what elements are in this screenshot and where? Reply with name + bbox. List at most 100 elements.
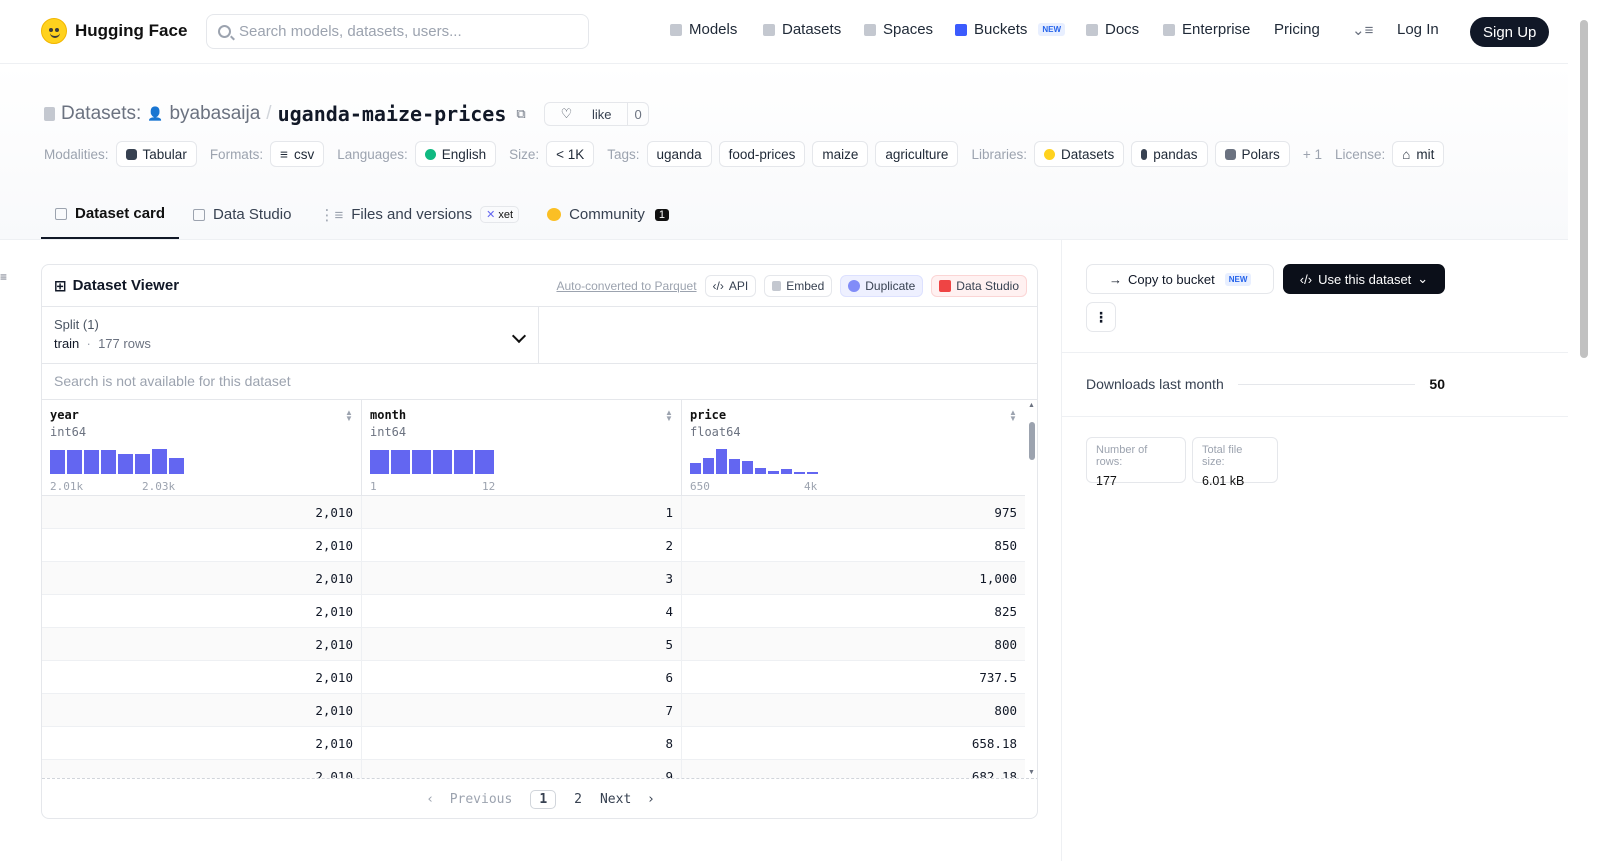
table-row[interactable]: 2,010 6 737.5 (42, 661, 1025, 694)
tab-community[interactable]: Community 1 (533, 190, 683, 239)
table-cell[interactable]: 2,010 (42, 595, 362, 627)
table-cell[interactable]: 658.18 (682, 727, 1025, 759)
table-cell[interactable]: 975 (682, 496, 1025, 528)
toc-toggle-icon[interactable]: ≡ (0, 270, 7, 284)
table-cell[interactable]: 1,000 (682, 562, 1025, 594)
table-row[interactable]: 2,010 7 800 (42, 694, 1025, 727)
table-cell[interactable]: 737.5 (682, 661, 1025, 693)
table-cell[interactable]: 2,010 (42, 694, 362, 726)
table-scrollbar[interactable]: ▲ ▼ (1025, 400, 1037, 778)
table-cell[interactable]: 2,010 (42, 529, 362, 561)
nav-buckets[interactable]: Buckets NEW (955, 21, 1066, 38)
table-cell[interactable]: 2,010 (42, 496, 362, 528)
table-row[interactable]: 2,010 8 658.18 (42, 727, 1025, 760)
copy-icon[interactable]: ⧉ (516, 106, 525, 122)
table-cell[interactable]: 5 (362, 628, 682, 660)
nav-datasets[interactable]: Datasets (763, 21, 841, 38)
data-studio-button[interactable]: Data Studio (931, 275, 1027, 297)
more-options-icon[interactable]: ⋮ (1086, 302, 1116, 332)
search-input[interactable]: Search models, datasets, users... (206, 14, 589, 49)
api-button[interactable]: ‹/› API (704, 275, 757, 297)
table-cell[interactable]: 800 (682, 694, 1025, 726)
table-row[interactable]: 2,010 9 682.18 (42, 760, 1025, 778)
use-dataset-button[interactable]: ‹/› Use this dataset ⌄ (1283, 264, 1445, 294)
embed-button[interactable]: Embed (764, 275, 833, 297)
size-chip[interactable]: < 1K (546, 141, 595, 167)
tag-chip[interactable]: food-prices (718, 141, 806, 167)
auto-converted-link[interactable]: Auto-converted to Parquet (556, 279, 696, 293)
page-2-button[interactable]: 2 (574, 792, 582, 807)
table-cell[interactable]: 4 (362, 595, 682, 627)
table-cell[interactable]: 9 (362, 760, 682, 778)
table-cell[interactable]: 2,010 (42, 727, 362, 759)
sort-icon[interactable]: ▲ ▼ (345, 409, 353, 423)
language-text: English (441, 146, 487, 162)
format-text: csv (293, 146, 315, 162)
table-cell[interactable]: 2 (362, 529, 682, 561)
duplicate-button[interactable]: Duplicate (840, 275, 924, 297)
owner-link[interactable]: byabasaija (169, 103, 260, 125)
nav-enterprise[interactable]: Enterprise (1163, 21, 1250, 38)
library-chip-pandas[interactable]: pandas (1131, 141, 1208, 167)
more-menu-icon[interactable]: ⌄≡ (1352, 21, 1373, 39)
code-icon: ‹/› (712, 279, 724, 293)
brand-logo[interactable]: Hugging Face (41, 18, 187, 44)
table-cell[interactable]: 3 (362, 562, 682, 594)
table-cell[interactable]: 800 (682, 628, 1025, 660)
page-scrollbar[interactable] (1568, 0, 1600, 861)
duplicate-icon (848, 280, 861, 292)
modality-chip[interactable]: Tabular (115, 141, 197, 167)
page-1-button[interactable]: 1 (530, 790, 557, 809)
dataset-name[interactable]: uganda-maize-prices (278, 102, 507, 126)
scroll-down-icon[interactable]: ▼ (1028, 769, 1035, 776)
table-row[interactable]: 2,010 4 825 (42, 595, 1025, 628)
format-chip[interactable]: ≡ csv (270, 141, 325, 167)
nav-docs[interactable]: Docs (1086, 21, 1139, 38)
license-chip[interactable]: ⌂ mit (1392, 141, 1445, 167)
login-link[interactable]: Log In (1397, 21, 1439, 38)
language-chip[interactable]: English (414, 141, 497, 167)
tab-files[interactable]: ⋮≡ Files and versions ✕ xet (305, 190, 533, 239)
library-chip-polars[interactable]: Polars (1214, 141, 1290, 167)
table-row[interactable]: 2,010 3 1,000 (42, 562, 1025, 595)
nav-models[interactable]: Models (670, 21, 737, 38)
table-cell[interactable]: 2,010 (42, 628, 362, 660)
column-header-year[interactable]: year int64 ▲ ▼ 2.01k 2.03k (42, 400, 362, 495)
table-row[interactable]: 2,010 1 975 (42, 496, 1025, 529)
nav-spaces[interactable]: Spaces (864, 21, 933, 38)
tab-data-studio[interactable]: Data Studio (179, 190, 305, 239)
scroll-thumb[interactable] (1029, 422, 1035, 460)
tag-chip[interactable]: uganda (646, 141, 712, 167)
column-header-month[interactable]: month int64 ▲ ▼ 1 12 (362, 400, 682, 495)
table-cell[interactable]: 8 (362, 727, 682, 759)
tag-chip[interactable]: agriculture (875, 141, 959, 167)
next-button[interactable]: Next › (600, 792, 655, 807)
split-selector[interactable]: Split (1) train · 177 rows (42, 307, 539, 364)
copy-to-bucket-button[interactable]: → Copy to bucket NEW (1086, 264, 1274, 294)
table-cell[interactable]: 825 (682, 595, 1025, 627)
more-libraries[interactable]: + 1 (1303, 147, 1322, 162)
previous-button[interactable]: ‹ Previous (426, 792, 512, 807)
sort-icon[interactable]: ▲ ▼ (1009, 409, 1017, 423)
table-cell[interactable]: 6 (362, 661, 682, 693)
table-cell[interactable]: 1 (362, 496, 682, 528)
table-cell[interactable]: 2,010 (42, 562, 362, 594)
table-cell[interactable]: 2,010 (42, 760, 362, 778)
table-cell[interactable]: 2,010 (42, 661, 362, 693)
page-scroll-thumb[interactable] (1580, 20, 1588, 358)
column-header-price[interactable]: price float64 ▲ ▼ 650 4k (682, 400, 1025, 495)
sort-icon[interactable]: ▲ ▼ (665, 409, 673, 423)
signup-button[interactable]: Sign Up (1470, 17, 1550, 47)
table-cell[interactable]: 7 (362, 694, 682, 726)
table-cell[interactable]: 850 (682, 529, 1025, 561)
tag-chip[interactable]: maize (812, 141, 869, 167)
table-cell[interactable]: 682.18 (682, 760, 1025, 779)
like-button[interactable]: ♡ like 0 (543, 102, 649, 126)
hist-max: 12 (482, 480, 496, 493)
tab-dataset-card[interactable]: Dataset card (41, 190, 180, 239)
table-row[interactable]: 2,010 2 850 (42, 529, 1025, 562)
nav-pricing[interactable]: Pricing (1274, 21, 1320, 38)
library-chip-datasets[interactable]: Datasets (1033, 141, 1125, 167)
scroll-up-icon[interactable]: ▲ (1028, 402, 1035, 409)
table-row[interactable]: 2,010 5 800 (42, 628, 1025, 661)
